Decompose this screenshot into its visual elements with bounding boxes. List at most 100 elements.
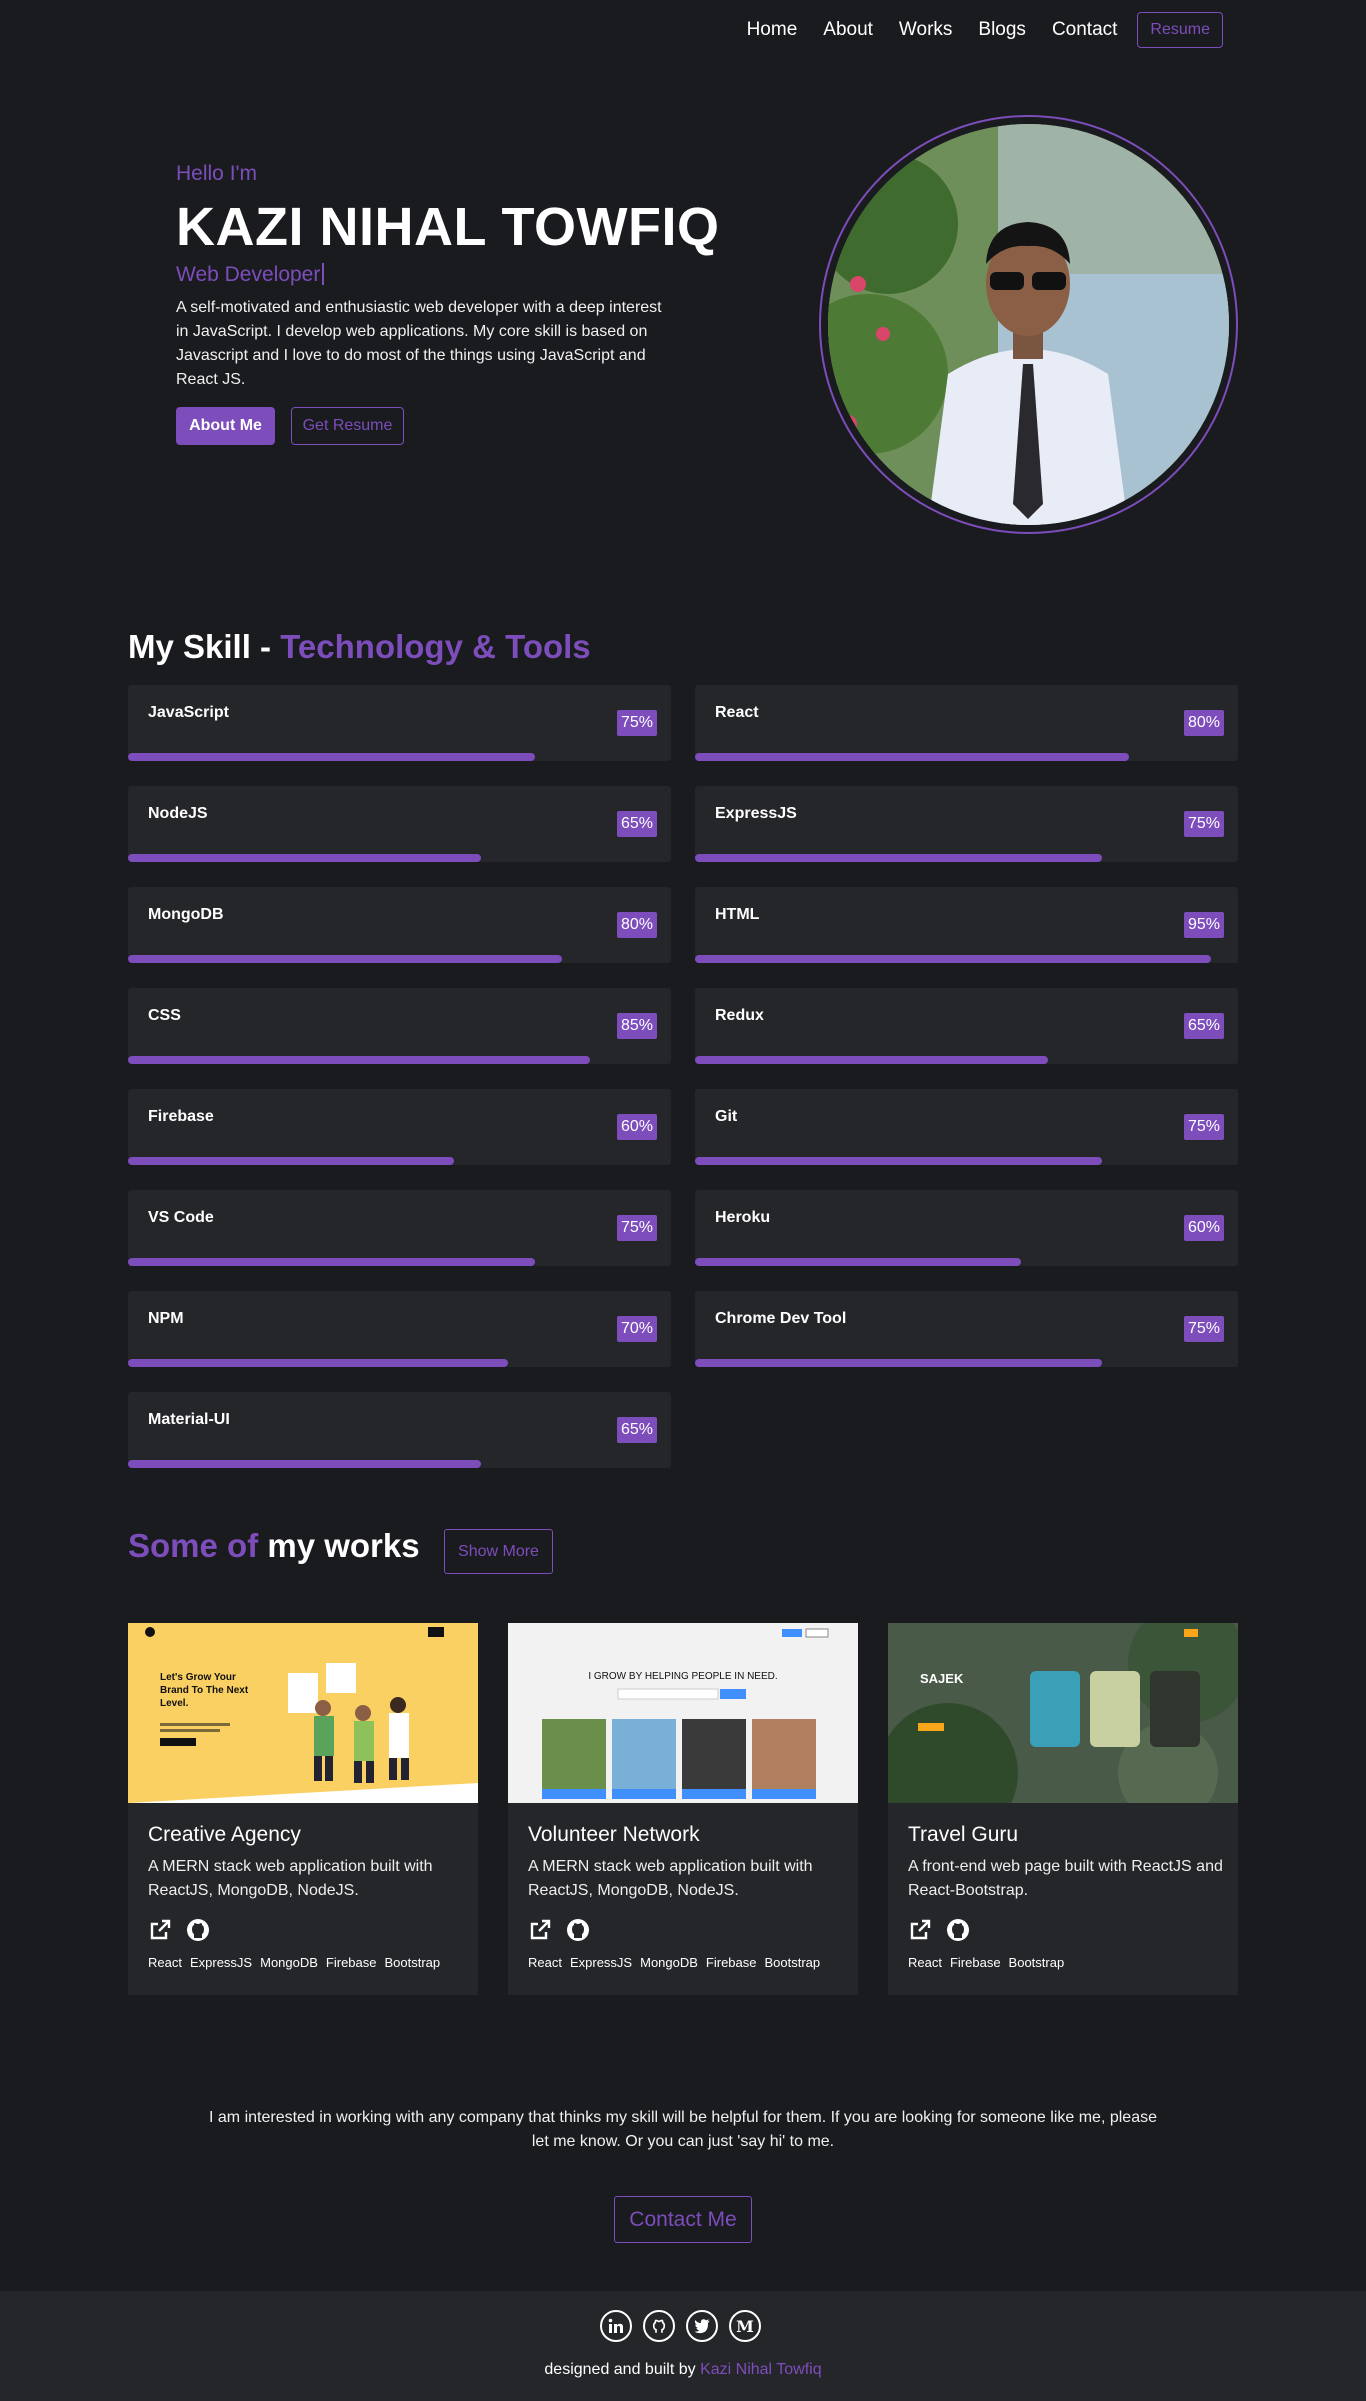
skill-percent-badge: 95% bbox=[1183, 912, 1224, 938]
skill-progress-track bbox=[695, 1056, 1238, 1064]
project-card-volunteer-network: I GROW BY HELPING PEOPLE IN NEED. Volunt… bbox=[508, 1623, 858, 1995]
skill-progress-track bbox=[695, 1157, 1238, 1165]
tag: React bbox=[528, 1955, 562, 1970]
hero-role: Web Developer bbox=[176, 263, 325, 287]
skill-card: Redux 65% bbox=[695, 988, 1238, 1064]
project-thumbnail[interactable]: Let's Grow Your Brand To The Next Level. bbox=[128, 1623, 478, 1803]
skill-percent-badge: 75% bbox=[616, 710, 657, 736]
travel-guru-screenshot bbox=[888, 1623, 1238, 1803]
hero-name: KAZI NIHAL TOWFIQ bbox=[176, 197, 720, 257]
skill-percent-badge: 75% bbox=[1183, 811, 1224, 837]
skill-progress-track bbox=[128, 753, 671, 761]
contact-text: I am interested in working with any comp… bbox=[209, 2109, 1157, 2150]
footer-author-link[interactable]: Kazi Nihal Towfiq bbox=[700, 2361, 822, 2378]
twitter-icon[interactable] bbox=[686, 2310, 718, 2342]
external-link-icon[interactable] bbox=[908, 1918, 932, 1942]
github-icon[interactable] bbox=[946, 1918, 970, 1942]
skill-name: Heroku bbox=[715, 1209, 771, 1226]
skill-card: ExpressJS 75% bbox=[695, 786, 1238, 862]
skill-card: Material-UI 65% bbox=[128, 1392, 671, 1468]
skill-progress-track bbox=[128, 854, 671, 862]
skill-name: HTML bbox=[715, 906, 760, 923]
nav-about[interactable]: About bbox=[823, 19, 873, 41]
nav-works[interactable]: Works bbox=[899, 19, 952, 41]
github-icon[interactable] bbox=[643, 2310, 675, 2342]
show-more-button[interactable]: Show More bbox=[444, 1529, 553, 1574]
skills-title-main: My Skill - bbox=[128, 628, 281, 665]
skill-percent-badge: 65% bbox=[616, 811, 657, 837]
tag: Bootstrap bbox=[1008, 1955, 1065, 1970]
tag: React bbox=[148, 1955, 182, 1970]
external-link-icon[interactable] bbox=[528, 1918, 552, 1942]
skill-name: VS Code bbox=[148, 1209, 214, 1226]
get-resume-button[interactable]: Get Resume bbox=[291, 407, 404, 445]
github-icon[interactable] bbox=[186, 1918, 210, 1942]
hero-description: A self-motivated and enthusiastic web de… bbox=[176, 299, 662, 388]
skill-name: JavaScript bbox=[148, 704, 229, 721]
skill-progress-track bbox=[128, 1056, 671, 1064]
footer bbox=[0, 2291, 1366, 2401]
hero-greeting: Hello I'm bbox=[176, 162, 258, 185]
skill-progress-fill bbox=[695, 1056, 1048, 1064]
skill-name: Redux bbox=[715, 1007, 764, 1024]
nav-resume-button[interactable]: Resume bbox=[1137, 12, 1223, 48]
skills-title-accent: Technology & Tools bbox=[280, 628, 591, 665]
skill-card: NPM 70% bbox=[128, 1291, 671, 1367]
tag: MongoDB bbox=[260, 1955, 318, 1970]
project-title: Creative Agency bbox=[148, 1823, 301, 1846]
skill-name: Firebase bbox=[148, 1108, 214, 1125]
nav-home[interactable]: Home bbox=[747, 19, 798, 41]
skill-card: NodeJS 65% bbox=[128, 786, 671, 862]
external-link-icon[interactable] bbox=[148, 1918, 172, 1942]
skill-percent-badge: 60% bbox=[1183, 1215, 1224, 1241]
social-links: M bbox=[600, 2310, 761, 2342]
project-tags: React Firebase Bootstrap bbox=[908, 1955, 1064, 1970]
nav-contact[interactable]: Contact bbox=[1052, 19, 1117, 41]
profile-photo-illustration bbox=[828, 124, 1229, 525]
github-icon[interactable] bbox=[566, 1918, 590, 1942]
project-description: A front-end web page built with ReactJS … bbox=[908, 1858, 1223, 1899]
skill-card: Firebase 60% bbox=[128, 1089, 671, 1165]
contact-me-button[interactable]: Contact Me bbox=[614, 2196, 752, 2243]
volunteer-network-screenshot bbox=[508, 1623, 858, 1803]
skill-percent-badge: 75% bbox=[616, 1215, 657, 1241]
project-thumbnail[interactable]: SAJEK bbox=[888, 1623, 1238, 1803]
project-title: Volunteer Network bbox=[528, 1823, 700, 1846]
tag: Bootstrap bbox=[384, 1955, 441, 1970]
linkedin-icon[interactable] bbox=[600, 2310, 632, 2342]
skill-progress-fill bbox=[695, 1359, 1103, 1367]
footer-credit: designed and built by Kazi Nihal Towfiq bbox=[0, 2361, 1366, 2379]
works-title-main: my works bbox=[258, 1527, 420, 1564]
skill-progress-track bbox=[128, 1258, 671, 1266]
skill-progress-fill bbox=[695, 854, 1103, 862]
skills-title: My Skill - Technology & Tools bbox=[128, 628, 591, 666]
project-card-travel-guru: SAJEK Travel Guru A front-end web page b… bbox=[888, 1623, 1238, 1995]
project-tags: React ExpressJS MongoDB Firebase Bootstr… bbox=[148, 1955, 440, 1970]
tag: Firebase bbox=[705, 1955, 757, 1970]
skill-percent-badge: 75% bbox=[1183, 1316, 1224, 1342]
skill-name: React bbox=[715, 704, 759, 721]
project-thumbnail[interactable]: I GROW BY HELPING PEOPLE IN NEED. bbox=[508, 1623, 858, 1803]
skill-progress-track bbox=[128, 955, 671, 963]
skill-name: CSS bbox=[148, 1007, 181, 1024]
skill-progress-fill bbox=[128, 854, 481, 862]
thumb-headline: Let's Grow Your Brand To The Next Level. bbox=[160, 1672, 249, 1709]
skill-name: MongoDB bbox=[148, 906, 224, 923]
skill-percent-badge: 75% bbox=[1183, 1114, 1224, 1140]
skill-progress-fill bbox=[128, 753, 536, 761]
skill-progress-fill bbox=[128, 1258, 536, 1266]
skill-progress-fill bbox=[695, 753, 1130, 761]
skill-name: Git bbox=[715, 1108, 738, 1125]
project-title: Travel Guru bbox=[908, 1823, 1019, 1846]
skill-card: Chrome Dev Tool 75% bbox=[695, 1291, 1238, 1367]
tag: MongoDB bbox=[640, 1955, 698, 1970]
skill-progress-fill bbox=[128, 1359, 509, 1367]
skill-progress-track bbox=[695, 955, 1238, 963]
skill-progress-fill bbox=[128, 1157, 454, 1165]
about-me-button[interactable]: About Me bbox=[176, 407, 275, 445]
skill-progress-fill bbox=[695, 1157, 1103, 1165]
nav-blogs[interactable]: Blogs bbox=[978, 19, 1026, 41]
skill-card: MongoDB 80% bbox=[128, 887, 671, 963]
medium-icon[interactable]: M bbox=[729, 2310, 761, 2342]
skill-progress-track bbox=[695, 1359, 1238, 1367]
